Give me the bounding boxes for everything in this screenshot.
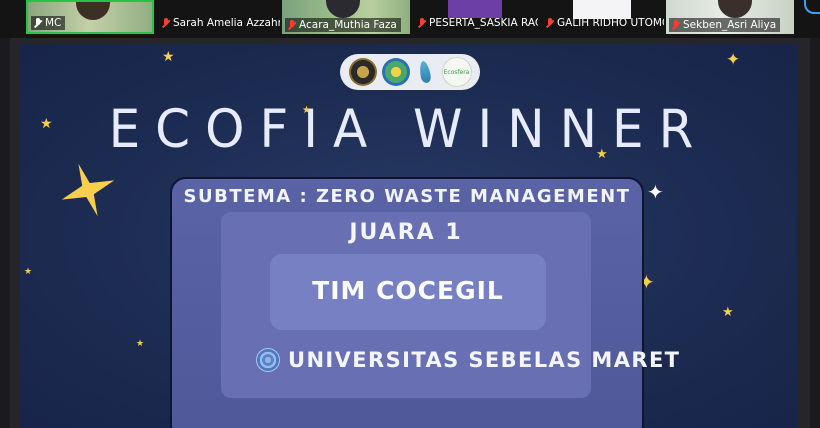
slide-title: ECOFIA WINNER: [108, 98, 709, 160]
shared-slide: Ecosfera ECOFIA WINNER ★ ✦ ★ ★ ★ ✦ ✦ ★ ★…: [20, 44, 797, 428]
participant-label: Acara_Muthia Faza: [285, 18, 401, 32]
participant-name: Sarah Amelia Azzahra: [173, 17, 280, 29]
participant-tile-mc[interactable]: MC: [26, 0, 154, 34]
shooting-star-icon: [61, 163, 115, 217]
winner-card: JUARA 1 TIM COCEGIL UNIVERSITAS SEBELAS …: [221, 212, 679, 398]
star-icon: ★: [302, 105, 311, 116]
mic-muted-icon: [418, 18, 426, 28]
mic-icon: [34, 18, 42, 28]
sparkle-icon: ✦: [647, 180, 664, 204]
star-icon: ★: [722, 305, 734, 320]
organization-emblem-logo: [381, 58, 410, 86]
participant-tile-acara[interactable]: Acara_Muthia Faza: [282, 0, 410, 34]
university-emblem-icon: [256, 348, 280, 372]
mic-muted-icon: [546, 18, 554, 28]
water-drop-logo: [415, 58, 437, 86]
mic-muted-icon: [162, 18, 170, 28]
sponsor-logos: Ecosfera: [340, 54, 480, 90]
participant-tile-sarah[interactable]: Sarah Amelia Azzahra: [156, 0, 280, 34]
star-icon: ★: [40, 116, 53, 132]
participant-label: GALIH RIDHO UTOMO: [543, 16, 664, 30]
participant-label: Sarah Amelia Azzahra: [159, 16, 280, 30]
participant-name: GALIH RIDHO UTOMO: [557, 17, 664, 29]
corner-control-icon[interactable]: [804, 0, 820, 14]
subtema-heading: SUBTEMA : ZERO WASTE MANAGEMENT: [183, 186, 631, 207]
participant-label: PESERTA_SASKIA RAC...: [415, 16, 538, 30]
star-icon: ★: [162, 49, 175, 65]
university-name: UNIVERSITAS SEBELAS MARET: [288, 348, 681, 372]
participant-video-head: [718, 0, 752, 18]
participant-label: Sekben_Asri Aliya: [669, 18, 781, 32]
participant-video-head: [76, 2, 110, 20]
mic-muted-icon: [288, 20, 296, 30]
university-row: UNIVERSITAS SEBELAS MARET: [256, 348, 680, 372]
winner-panel: SUBTEMA : ZERO WASTE MANAGEMENT JUARA 1 …: [170, 177, 679, 428]
star-icon: ★: [24, 267, 33, 277]
participant-name: Acara_Muthia Faza: [299, 19, 397, 31]
rank-heading: JUARA 1: [349, 220, 463, 245]
team-box: TIM COCEGIL: [270, 254, 546, 330]
star-icon: ★: [596, 147, 608, 162]
participant-strip: MC Sarah Amelia Azzahra Acara_Muthia Faz…: [0, 0, 820, 38]
participant-name: Sekben_Asri Aliya: [683, 19, 777, 31]
participant-tile-saskia[interactable]: PESERTA_SASKIA RAC...: [412, 0, 538, 34]
participant-name: PESERTA_SASKIA RAC...: [429, 17, 538, 29]
university-seal-logo: [348, 58, 377, 86]
star-icon: ★: [136, 339, 145, 349]
ecosfera-logo: Ecosfera: [441, 57, 472, 87]
participant-label: MC: [31, 16, 66, 30]
participant-name: MC: [45, 17, 62, 29]
participant-video-head: [326, 0, 360, 18]
participant-tile-galih[interactable]: GALIH RIDHO UTOMO: [540, 0, 664, 34]
participant-tile-sekben[interactable]: Sekben_Asri Aliya: [666, 0, 794, 34]
mic-muted-icon: [672, 20, 680, 30]
star-icon: ✦: [726, 50, 741, 70]
team-name: TIM COCEGIL: [312, 276, 504, 305]
